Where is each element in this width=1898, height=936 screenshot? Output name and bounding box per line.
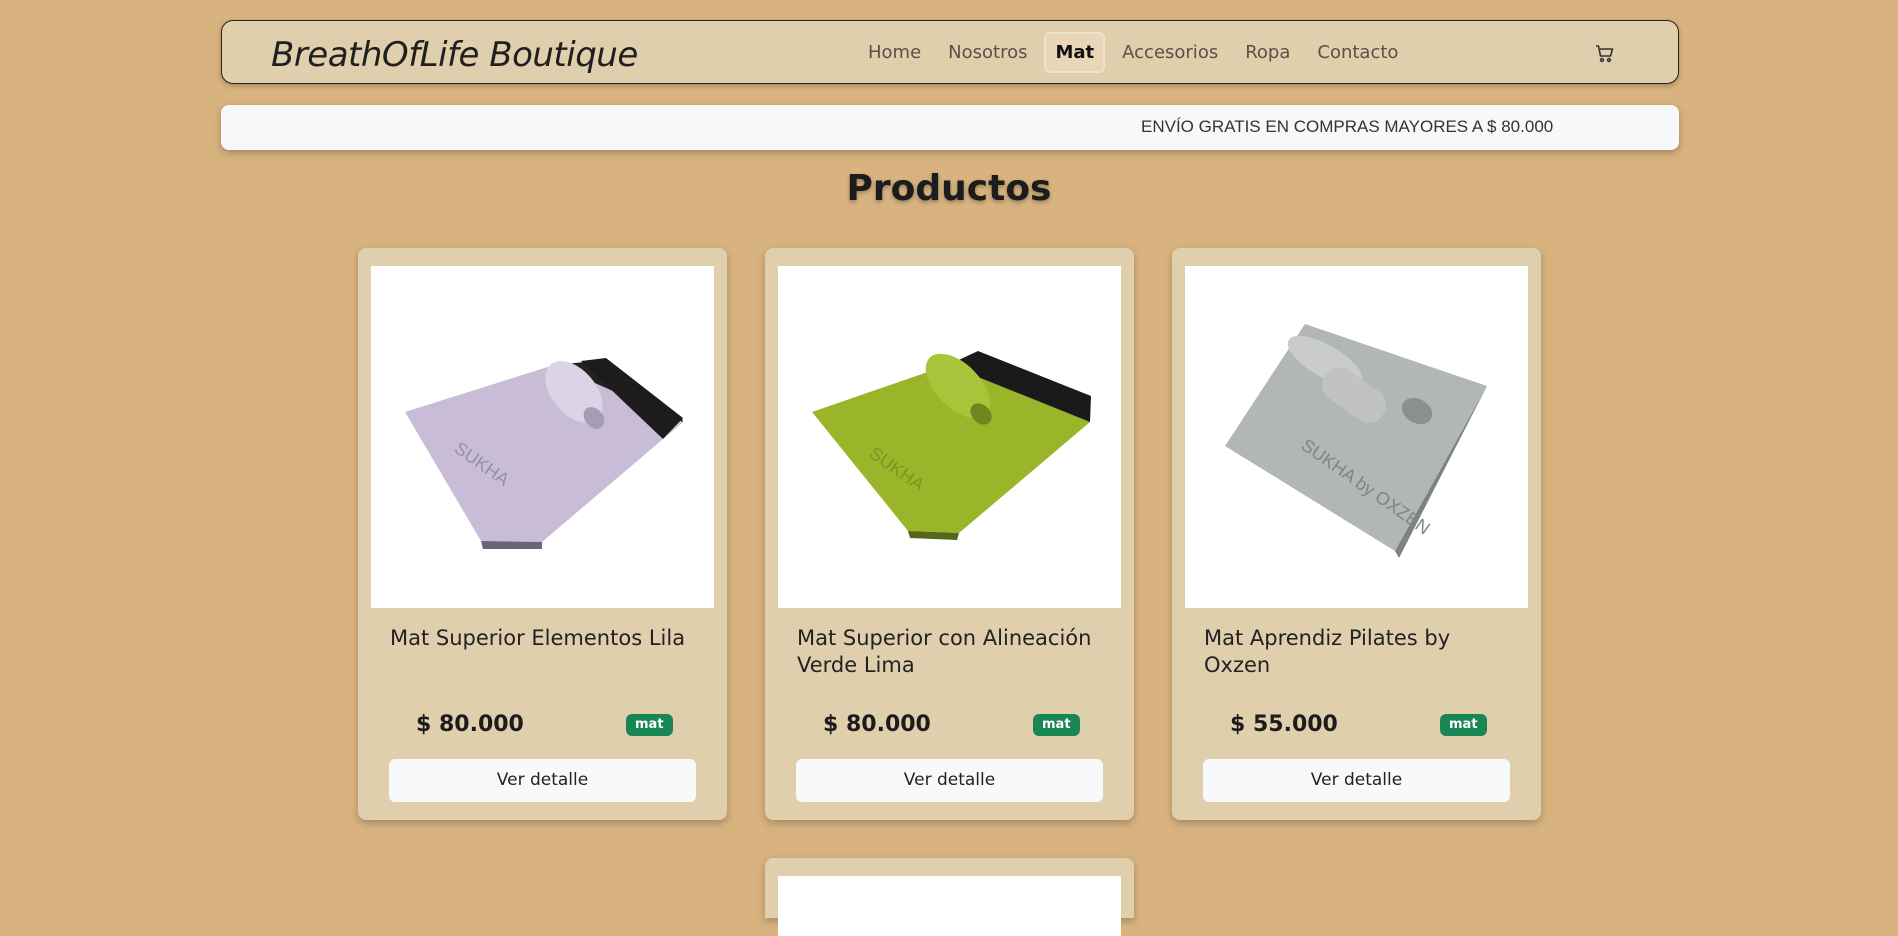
cart-icon[interactable]	[1593, 41, 1617, 65]
nav-link-nosotros[interactable]: Nosotros	[938, 34, 1037, 71]
product-image[interactable]: SUKHA by OXZEN	[1185, 266, 1528, 608]
category-badge: mat	[1440, 714, 1487, 736]
product-title[interactable]: Mat Superior Elementos Lila	[390, 625, 700, 652]
price-row: $ 55.000 mat	[1172, 706, 1541, 746]
product-image[interactable]: SUKHA	[371, 266, 714, 608]
product-title[interactable]: Mat Superior con Alineación Verde Lima	[797, 625, 1107, 679]
category-badge: mat	[626, 714, 673, 736]
product-image[interactable]	[778, 876, 1121, 936]
nav-link-ropa[interactable]: Ropa	[1235, 34, 1300, 71]
free-shipping-banner: ENVÍO GRATIS EN COMPRAS MAYORES A $ 80.0…	[221, 105, 1679, 150]
product-card	[765, 858, 1134, 936]
view-detail-button[interactable]: Ver detalle	[1203, 759, 1510, 802]
price-row: $ 80.000 mat	[765, 706, 1134, 746]
product-price: $ 55.000	[1230, 712, 1338, 737]
navbar: BreathOfLife Boutique Home Nosotros Mat …	[221, 20, 1679, 84]
product-card: SUKHA Mat Superior Elementos Lila $ 80.0…	[358, 248, 727, 820]
product-card: SUKHA by OXZEN Mat Aprendiz Pilates by O…	[1172, 248, 1541, 820]
product-image[interactable]: SUKHA	[778, 266, 1121, 608]
nav-link-home[interactable]: Home	[858, 34, 931, 71]
nav-links: Home Nosotros Mat Accesorios Ropa Contac…	[858, 29, 1415, 75]
banner-text: ENVÍO GRATIS EN COMPRAS MAYORES A $ 80.0…	[1141, 117, 1554, 136]
category-badge: mat	[1033, 714, 1080, 736]
view-detail-button[interactable]: Ver detalle	[389, 759, 696, 802]
nav-link-contacto[interactable]: Contacto	[1307, 34, 1408, 71]
page-title: Productos	[846, 168, 1052, 209]
view-detail-button[interactable]: Ver detalle	[796, 759, 1103, 802]
product-price: $ 80.000	[823, 712, 931, 737]
price-row: $ 80.000 mat	[358, 706, 727, 746]
brand-logo[interactable]: BreathOfLife Boutique	[271, 35, 638, 75]
product-price: $ 80.000	[416, 712, 524, 737]
product-card: SUKHA Mat Superior con Alineación Verde …	[765, 248, 1134, 820]
nav-link-mat[interactable]: Mat	[1044, 31, 1106, 73]
nav-link-accesorios[interactable]: Accesorios	[1112, 34, 1228, 71]
product-title[interactable]: Mat Aprendiz Pilates by Oxzen	[1204, 625, 1514, 679]
